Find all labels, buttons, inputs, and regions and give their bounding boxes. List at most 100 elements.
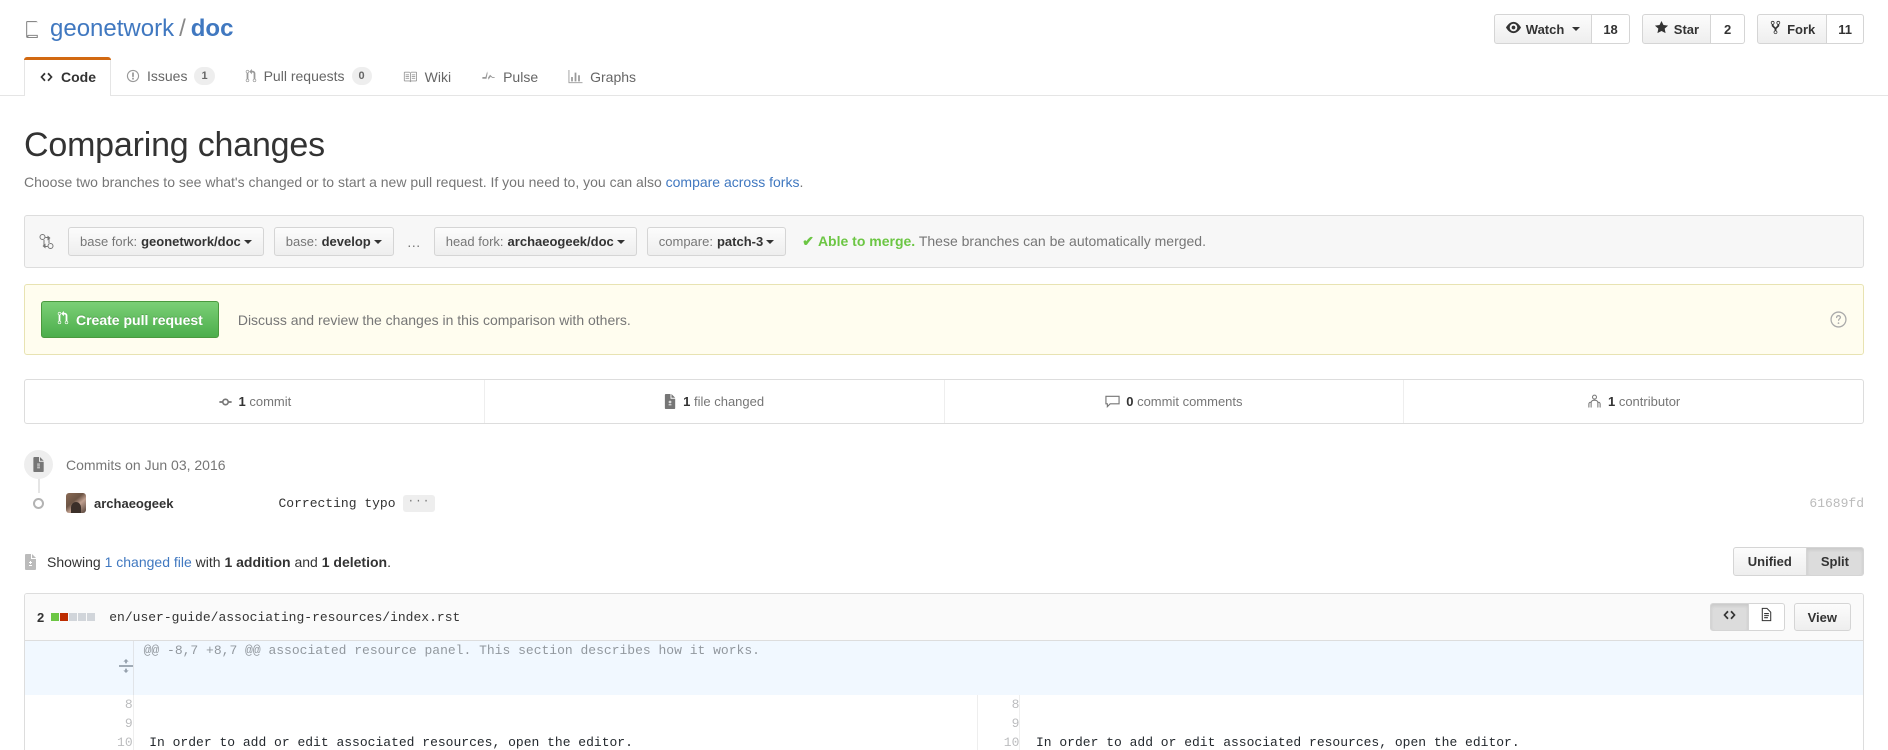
commit-message-link[interactable]: Correcting typo — [279, 496, 396, 511]
table-row: 10 In order to add or edit associated re… — [25, 733, 1863, 750]
diff-line-number-right: 8 — [977, 695, 1021, 714]
book-icon — [402, 70, 418, 84]
chevron-down-icon — [616, 239, 625, 244]
unified-view-button[interactable]: Unified — [1732, 547, 1807, 576]
tab-pulse-label: Pulse — [503, 69, 539, 85]
view-file-button[interactable]: View — [1793, 603, 1851, 631]
avatar[interactable] — [66, 493, 86, 513]
commits-group-header: Commits on Jun 03, 2016 — [24, 450, 1864, 479]
changed-file-link[interactable]: 1 changed file — [105, 554, 192, 570]
stat-commits[interactable]: 1 commit — [25, 380, 485, 423]
create-pr-callout: Create pull request Discuss and review t… — [24, 284, 1864, 355]
tab-graphs-label: Graphs — [590, 69, 637, 85]
diff-hunk-header-text: @@ -8,7 +8,7 @@ associated resource pane… — [133, 641, 1863, 695]
commit-author-link[interactable]: archaeogeek — [94, 496, 174, 511]
book-icon — [24, 20, 41, 38]
view-rendered-button[interactable] — [1748, 603, 1785, 631]
fork-count[interactable]: 11 — [1827, 14, 1864, 44]
repo-owner-link[interactable]: geonetwork — [50, 15, 174, 43]
stat-commits-count: 1 — [238, 394, 246, 409]
star-button[interactable]: Star — [1641, 14, 1712, 44]
commit-message-expander-button[interactable]: ··· — [402, 494, 436, 512]
star-button-group: Star 2 — [1641, 14, 1746, 44]
repo-actions: Watch 18 Star 2 Fork 11 — [1493, 14, 1864, 44]
compare-branch-select[interactable]: compare: patch-3 — [646, 227, 787, 256]
stat-comments-text: 0 commit comments — [1126, 394, 1242, 409]
showing-middle: with — [191, 553, 225, 570]
base-fork-select[interactable]: base fork: geonetwork/doc — [68, 227, 264, 256]
head-fork-value: archaeogeek/doc — [507, 234, 614, 249]
commits-group-date: Commits on Jun 03, 2016 — [66, 456, 226, 473]
watch-button[interactable]: Watch — [1493, 14, 1593, 44]
diff-file-actions: View — [1709, 603, 1851, 631]
showing-suffix: . — [387, 553, 391, 570]
tab-issues-label: Issues — [147, 68, 188, 84]
diff-file-header: 2 en/user-guide/associating-resources/in… — [25, 594, 1863, 641]
commit-sha[interactable]: 61689fd — [1809, 496, 1864, 511]
repo-separator: / — [179, 15, 186, 42]
diff-line-number-right: 9 — [977, 714, 1021, 733]
watch-count[interactable]: 18 — [1592, 14, 1630, 44]
stat-files-text: 1 file changed — [683, 394, 764, 409]
tab-issues-counter: 1 — [194, 67, 215, 85]
create-pull-request-button[interactable]: Create pull request — [41, 301, 219, 338]
stat-commit-comments[interactable]: 0 commit comments — [945, 380, 1405, 423]
base-value: develop — [321, 234, 371, 249]
table-row: 8 8 — [25, 695, 1863, 714]
diff-line-number-right: 10 — [977, 733, 1021, 750]
code-icon — [1722, 608, 1737, 627]
organization-icon — [1587, 394, 1602, 409]
diffstat-count: 2 — [37, 609, 45, 625]
chevron-down-icon — [766, 239, 775, 244]
repo-breadcrumb: geonetwork / doc — [24, 15, 233, 43]
repo-forked-icon — [1769, 20, 1782, 38]
diffstat-block-neutral — [78, 613, 87, 621]
tab-pull-requests[interactable]: Pull requests 0 — [230, 55, 387, 96]
compare-label: compare: — [658, 234, 713, 249]
tab-pulse[interactable]: Pulse — [466, 57, 553, 96]
file-icon — [1760, 607, 1773, 627]
chevron-down-icon — [373, 239, 382, 244]
page-subtitle-before: Choose two branches to see what's change… — [24, 174, 666, 190]
view-source-button[interactable] — [1709, 603, 1749, 631]
tab-graphs[interactable]: Graphs — [553, 57, 651, 96]
watch-button-group: Watch 18 — [1493, 14, 1630, 44]
diff-line-number-left: 9 — [25, 714, 134, 733]
comment-icon — [1105, 394, 1120, 409]
split-view-button[interactable]: Split — [1806, 547, 1864, 576]
star-count[interactable]: 2 — [1711, 14, 1746, 44]
repo-name-link[interactable]: doc — [191, 15, 234, 43]
head-fork-label: head fork: — [445, 234, 504, 249]
branch-selector-bar: base fork: geonetwork/doc base: develop … — [24, 215, 1864, 268]
file-diff-icon — [664, 394, 677, 409]
stat-contributors[interactable]: 1 contributor — [1404, 380, 1863, 423]
head-fork-select[interactable]: head fork: archaeogeek/doc — [433, 227, 637, 256]
stat-contributors-text: 1 contributor — [1608, 394, 1680, 409]
merge-status: ✔ Able to merge. These branches can be au… — [802, 233, 1206, 250]
commit-dot-icon — [33, 497, 44, 509]
diff-code-left — [133, 695, 978, 714]
tab-code[interactable]: Code — [24, 57, 111, 96]
fork-button[interactable]: Fork — [1757, 14, 1828, 44]
stat-commits-text: 1 commit — [239, 394, 292, 409]
tab-issues[interactable]: Issues 1 — [111, 55, 230, 96]
diffstat-block-add — [51, 613, 60, 621]
chevron-down-icon — [1572, 27, 1581, 31]
diff-code-right: In order to add or edit associated resou… — [1020, 735, 1520, 750]
stat-files-changed[interactable]: 1 file changed — [485, 380, 945, 423]
compare-stats-bar: 1 commit 1 file changed 0 commit comment… — [24, 379, 1864, 424]
compare-across-forks-link[interactable]: compare across forks — [666, 174, 800, 190]
tab-wiki[interactable]: Wiki — [387, 57, 466, 96]
diff-view-mode-group — [1709, 603, 1785, 631]
diff-file-path[interactable]: en/user-guide/associating-resources/inde… — [109, 610, 460, 625]
repo-nav: Code Issues 1 Pull requests 0 Wiki Pulse… — [0, 54, 1888, 96]
expand-up-button[interactable] — [25, 641, 134, 695]
diff-code-right — [1020, 714, 1863, 733]
main-content: Comparing changes Choose two branches to… — [0, 126, 1888, 750]
file-diff-icon — [24, 553, 38, 570]
star-icon — [1654, 20, 1669, 38]
base-branch-select[interactable]: base: develop — [273, 227, 394, 256]
question-circle-icon[interactable] — [1830, 311, 1847, 328]
page-subtitle: Choose two branches to see what's change… — [24, 174, 1864, 190]
commit-row: archaeogeek Correcting typo ··· 61689fd — [24, 493, 1864, 513]
